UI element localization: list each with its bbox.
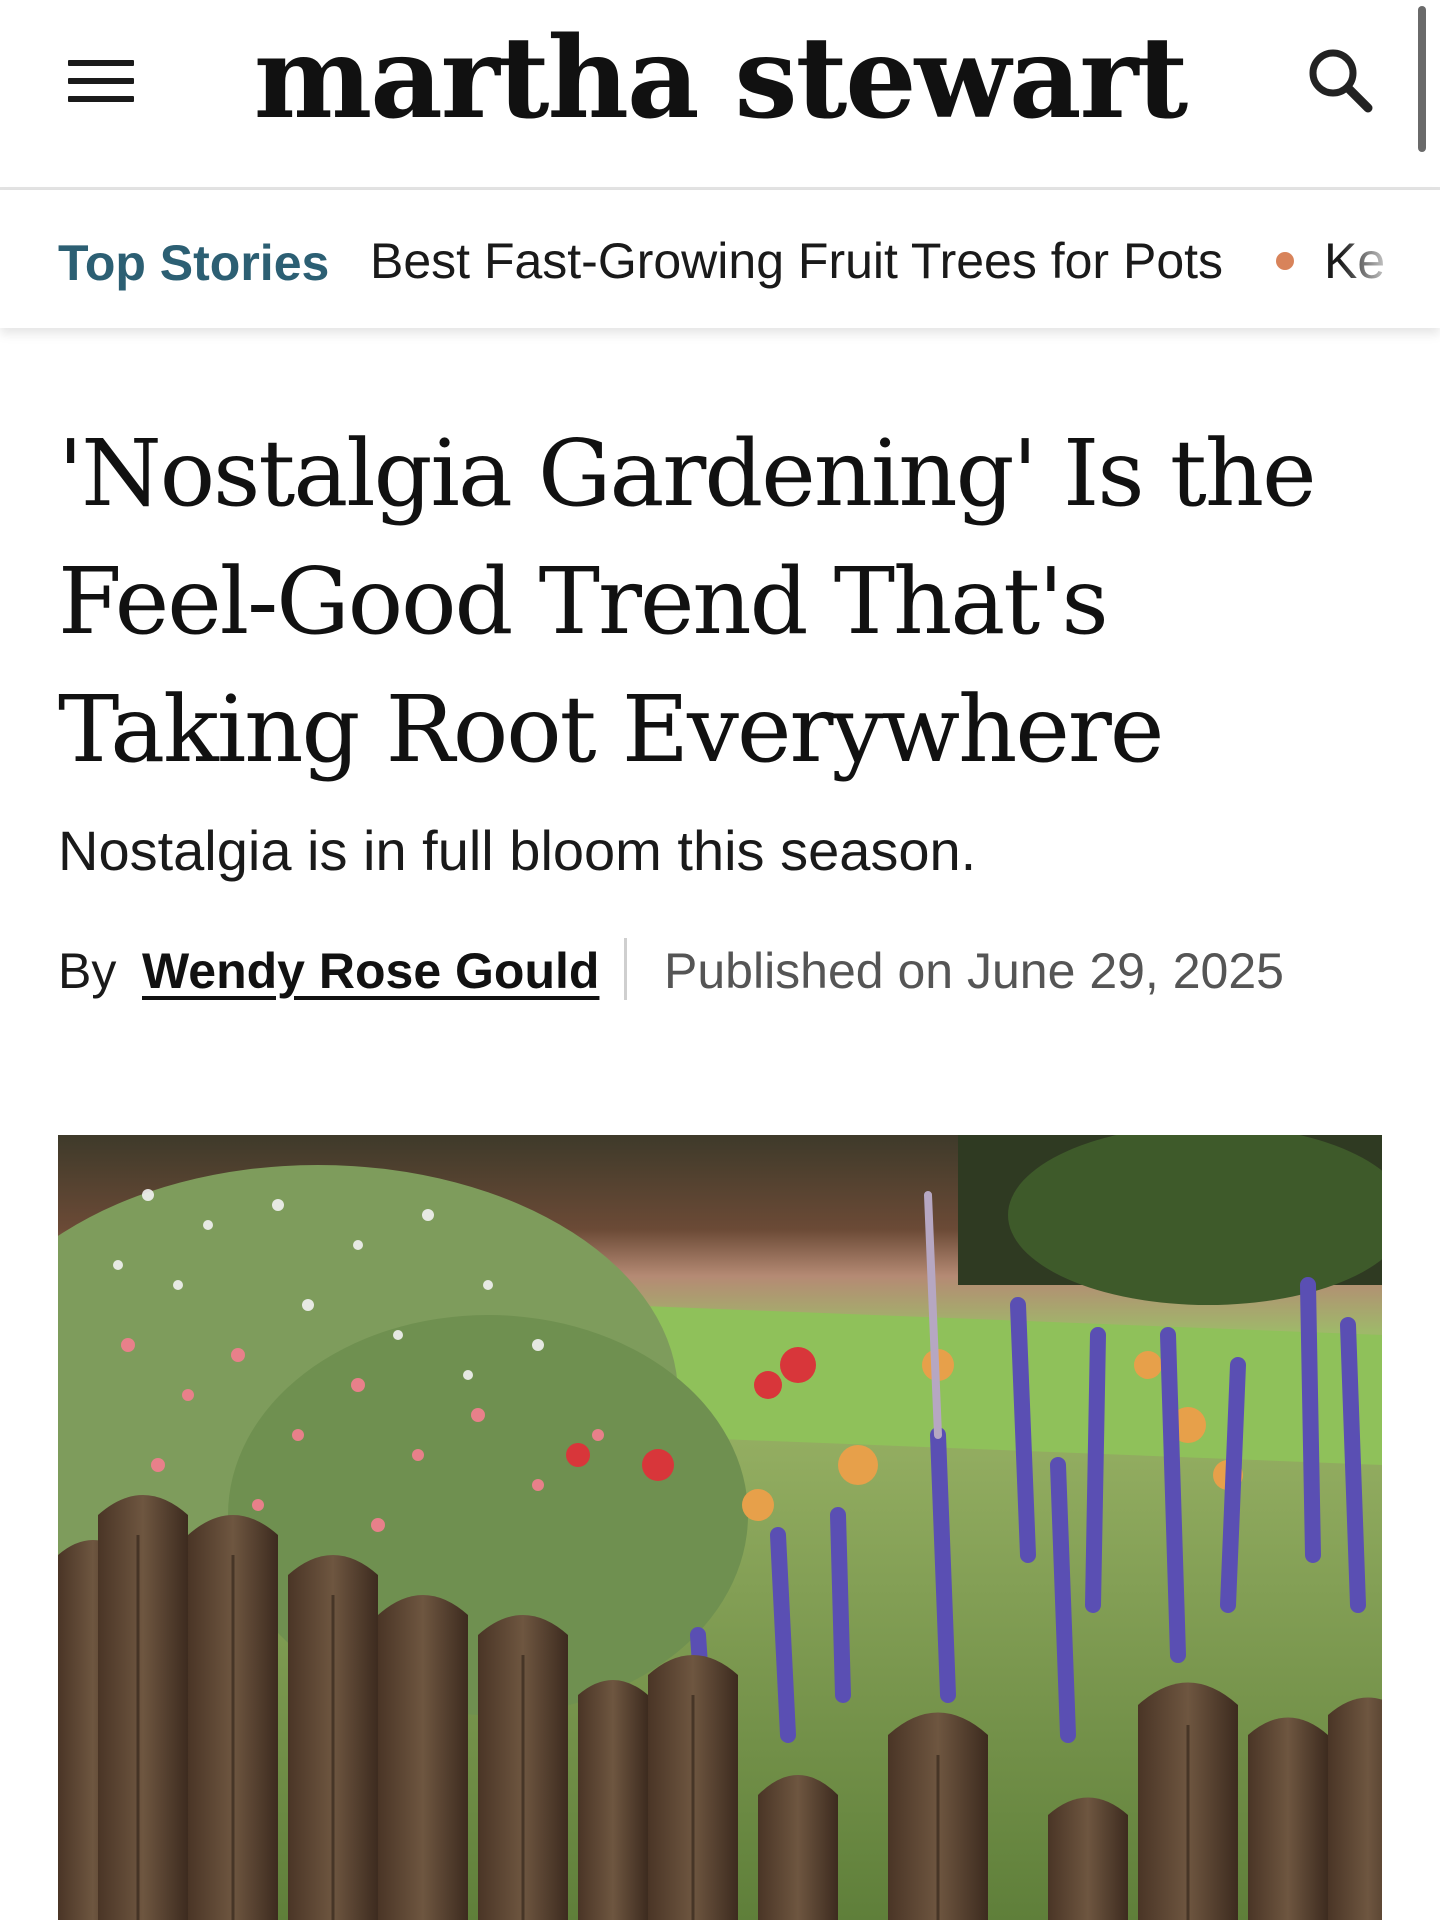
separator-dot (1276, 252, 1294, 270)
garden-photo (58, 1135, 1382, 1920)
site-header: martha stewart (0, 0, 1440, 190)
search-icon[interactable] (1300, 40, 1380, 120)
top-stories-bar: Top Stories Best Fast-Growing Fruit Tree… (0, 190, 1440, 328)
scroll-fade (1340, 190, 1440, 328)
article-subhead: Nostalgia is in full bloom this season. (58, 819, 977, 882)
scrollbar[interactable] (1418, 6, 1426, 152)
top-stories-label: Top Stories (58, 235, 330, 291)
article-headline: 'Nostalgia Gardening' Is the Feel-Good T… (58, 420, 1317, 783)
publish-date: Published on June 29, 2025 (664, 943, 1284, 999)
top-story-link[interactable]: Best Fast-Growing Fruit Trees for Pots (370, 232, 1223, 290)
byline-divider (624, 938, 627, 1000)
site-logo[interactable]: martha stewart (0, 14, 1440, 144)
byline-prefix: By (58, 943, 117, 999)
hero-image (58, 1135, 1382, 1920)
author-link[interactable]: Wendy Rose Gould (142, 942, 599, 1000)
